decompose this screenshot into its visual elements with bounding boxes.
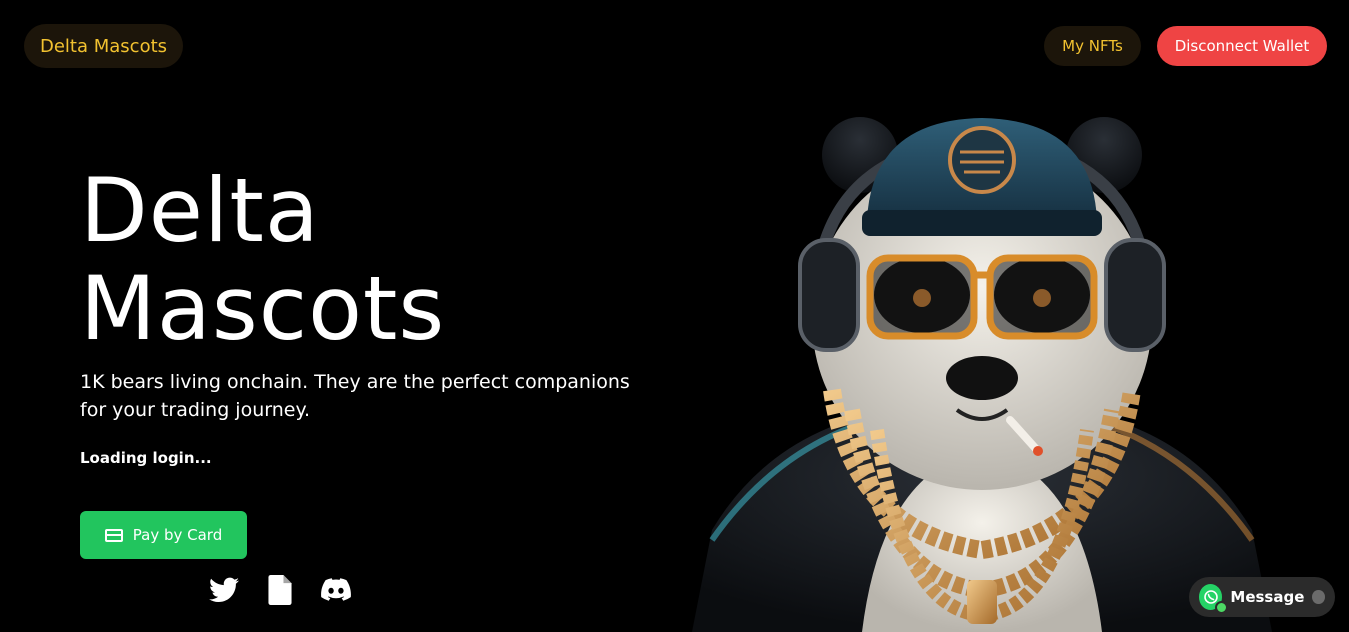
pay-by-card-label: Pay by Card (132, 526, 223, 544)
hero-title-line2: Mascots (80, 257, 446, 360)
twitter-icon[interactable] (208, 574, 240, 606)
discord-icon[interactable] (320, 574, 352, 606)
pay-by-card-button[interactable]: Pay by Card (80, 511, 247, 559)
login-status: Loading login... (80, 449, 212, 467)
brand-label: Delta Mascots (40, 35, 168, 57)
widget-toggle-icon[interactable] (1312, 590, 1325, 604)
panda-mascot-image (692, 117, 1272, 632)
disconnect-wallet-button[interactable]: Disconnect Wallet (1157, 26, 1327, 66)
my-nfts-label: My NFTs (1062, 37, 1123, 55)
hero-title: Delta Mascots (80, 162, 445, 358)
online-status-dot (1215, 601, 1228, 614)
brand-logo-button[interactable]: Delta Mascots (24, 24, 184, 68)
social-links (208, 574, 352, 606)
whatsapp-icon (1199, 584, 1228, 614)
my-nfts-button[interactable]: My NFTs (1044, 26, 1141, 66)
disconnect-wallet-label: Disconnect Wallet (1174, 37, 1310, 55)
page: Delta Mascots My NFTs Disconnect Wallet … (0, 0, 1349, 632)
hero-title-line1: Delta (80, 159, 320, 262)
message-widget-button[interactable]: Message (1189, 577, 1335, 617)
document-icon[interactable] (264, 574, 296, 606)
message-widget-label: Message (1230, 588, 1305, 606)
credit-card-icon (104, 528, 123, 542)
hero-subtitle: 1K bears living onchain. They are the pe… (80, 371, 630, 421)
